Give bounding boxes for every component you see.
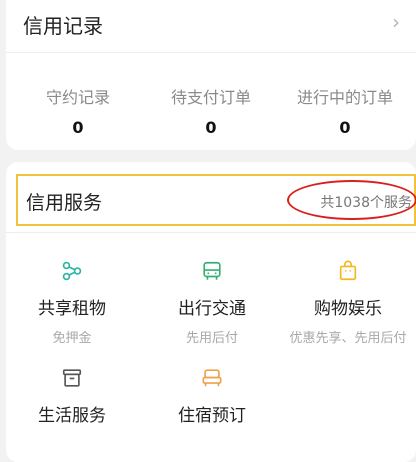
- stat-value: 0: [205, 118, 217, 137]
- credit-records-title: 信用记录: [23, 14, 103, 38]
- stat-kept-records[interactable]: 守约记录 0: [13, 84, 143, 137]
- service-name: 住宿预订: [178, 406, 246, 426]
- stat-label: 进行中的订单: [296, 88, 393, 107]
- divider: [6, 52, 416, 53]
- credit-records-card: 信用记录 › 守约记录 0 待支付订单 0 进行中的订单 0: [6, 0, 416, 150]
- service-name: 出行交通: [178, 299, 246, 319]
- service-sharing-rental[interactable]: 共享租物 免押金: [2, 260, 142, 346]
- stat-pending-payment[interactable]: 待支付订单 0: [146, 84, 276, 137]
- service-name: 购物娱乐: [314, 299, 382, 319]
- service-subtitle: 免押金: [52, 331, 92, 346]
- highlight-ellipse: [287, 180, 416, 220]
- stat-label: 守约记录: [45, 88, 110, 107]
- service-subtitle: 先用后付: [185, 331, 238, 346]
- service-accommodation-booking[interactable]: 住宿预订: [142, 367, 282, 426]
- credit-services-card: 信用服务 共1038个服务 共享租物 免押金 出行交通 先用后付 购物娱乐 优惠…: [6, 162, 416, 462]
- stat-label: 待支付订单: [170, 88, 251, 107]
- service-life-services[interactable]: 生活服务: [2, 367, 142, 426]
- credit-records-header[interactable]: 信用记录 ›: [6, 0, 416, 52]
- service-shopping-entertainment[interactable]: 购物娱乐 优惠先享、先用后付: [278, 260, 416, 346]
- credit-services-header[interactable]: 信用服务 共1038个服务: [16, 174, 416, 226]
- credit-services-title: 信用服务: [26, 192, 103, 214]
- archive-box-icon: [62, 369, 82, 387]
- stat-value: 0: [72, 118, 84, 137]
- shopping-bag-icon: [339, 260, 357, 281]
- stat-value: 0: [339, 118, 351, 137]
- service-name: 生活服务: [38, 406, 106, 426]
- service-travel-transport[interactable]: 出行交通 先用后付: [142, 260, 282, 346]
- stat-in-progress[interactable]: 进行中的订单 0: [280, 84, 410, 137]
- service-name: 共享租物: [38, 299, 106, 319]
- divider: [6, 232, 416, 233]
- bus-icon: [203, 261, 221, 280]
- bed-icon: [202, 369, 222, 387]
- chevron-right-icon[interactable]: ›: [392, 10, 400, 34]
- share-nodes-icon: [62, 261, 82, 281]
- service-subtitle: 优惠先享、先用后付: [289, 331, 407, 346]
